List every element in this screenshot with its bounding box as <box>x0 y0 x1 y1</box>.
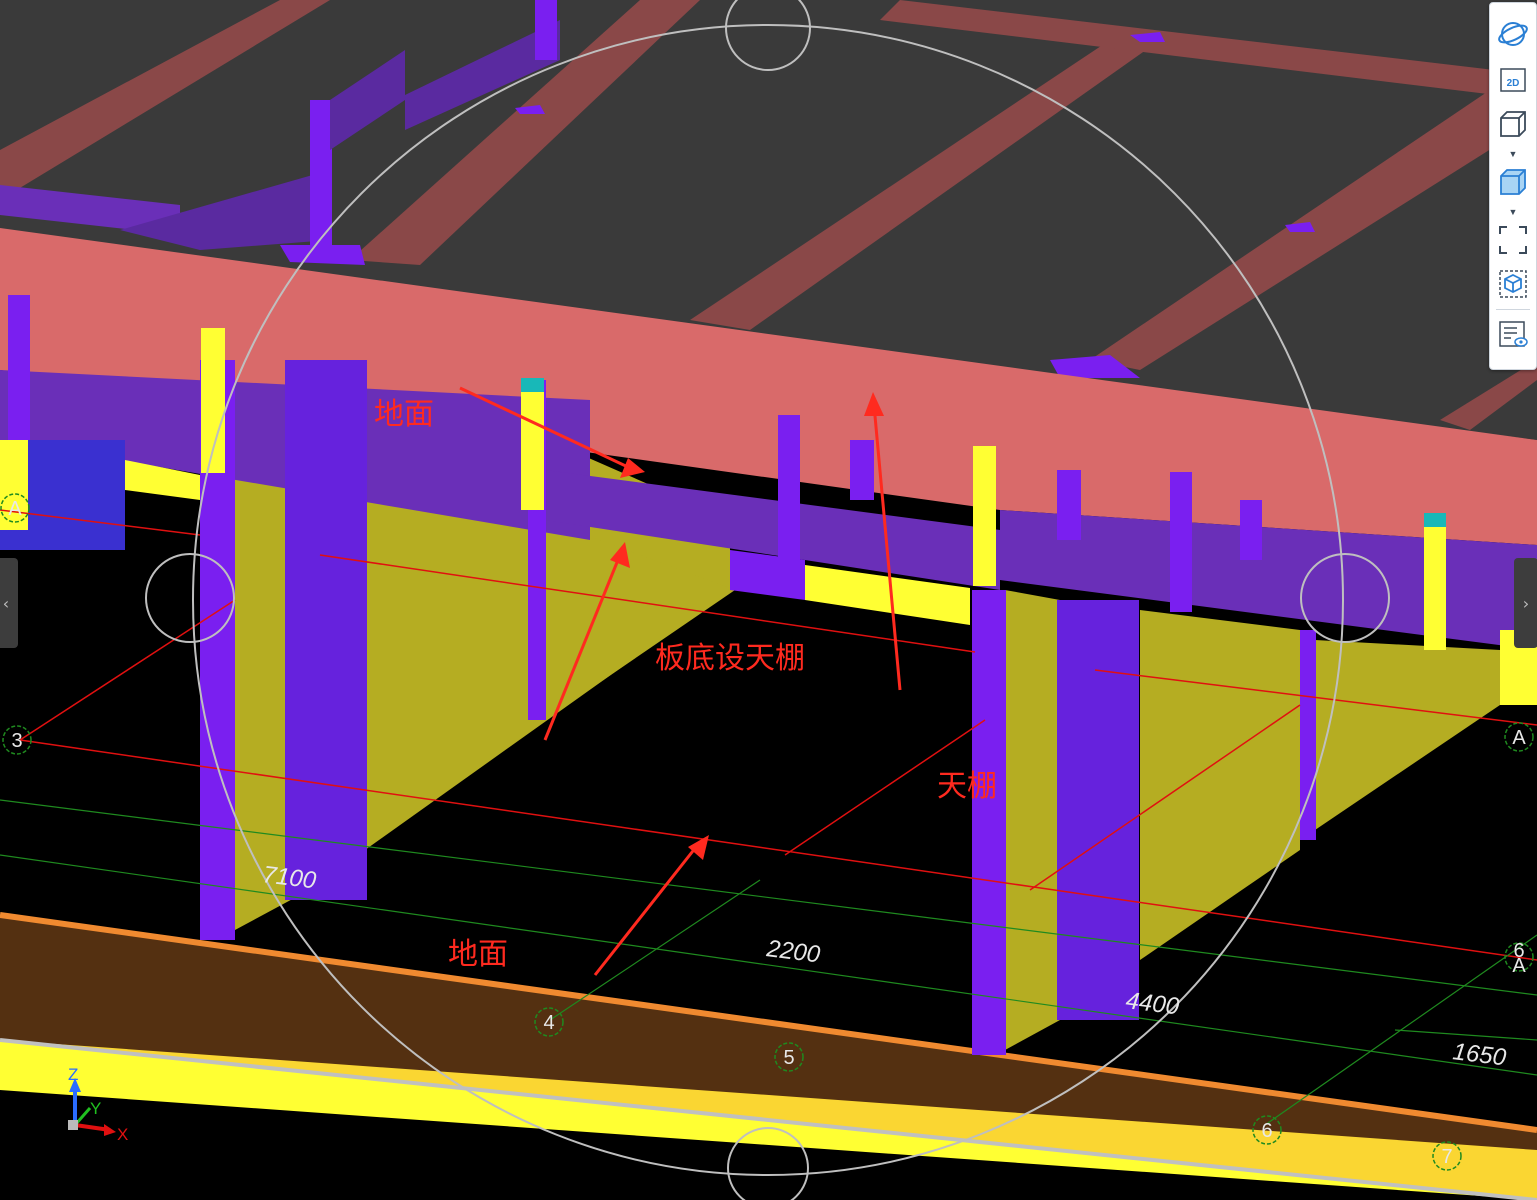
properties-view-icon <box>1499 321 1528 347</box>
annotation-ceiling: 天棚 <box>937 769 997 804</box>
2d-view-button[interactable]: 2D <box>1494 61 1532 99</box>
dimension-label: 2200 <box>764 935 822 969</box>
orbit-button[interactable] <box>1494 15 1532 53</box>
box-view-button[interactable] <box>1494 105 1532 143</box>
component-view-button[interactable] <box>1494 265 1532 303</box>
chevron-left-icon: ‹ <box>2 593 10 613</box>
axis-y-label: Y <box>90 1099 101 1118</box>
chevron-right-icon: › <box>1522 593 1530 613</box>
box-view-icon <box>1500 111 1526 137</box>
svg-text:3: 3 <box>11 730 22 752</box>
axis-x-label: X <box>117 1125 128 1144</box>
svg-text:A: A <box>1512 955 1526 977</box>
svg-text:A: A <box>1512 727 1526 749</box>
svg-text:7: 7 <box>1441 1146 1452 1168</box>
component-view-icon <box>1499 270 1527 298</box>
2d-view-icon: 2D <box>1500 68 1526 92</box>
box-view-dropdown[interactable]: ▼ <box>1490 149 1536 159</box>
svg-text:2D: 2D <box>1507 78 1520 89</box>
post-cap <box>1424 513 1446 527</box>
3d-model-viewport[interactable]: 7100 2200 4400 1650 A 3 A 6A 4 5 6 7 地面 … <box>0 0 1537 1200</box>
svg-text:A: A <box>8 498 22 520</box>
grid-marker: A <box>1504 722 1534 752</box>
svg-text:5: 5 <box>783 1047 794 1069</box>
shaded-box-view-icon <box>1500 169 1526 195</box>
left-panel-toggle[interactable]: ‹ <box>0 558 18 648</box>
annotation-slab-ceiling: 板底设天棚 <box>655 641 805 676</box>
view-toolbar: 2D ▼ ▼ <box>1489 2 1537 370</box>
toolbar-divider <box>1496 309 1530 310</box>
grid-marker: 3 <box>2 725 32 755</box>
svg-text:6: 6 <box>1261 1120 1272 1142</box>
fit-view-button[interactable] <box>1494 221 1532 259</box>
shaded-view-button[interactable] <box>1494 163 1532 201</box>
annotation-floor-bottom: 地面 <box>448 937 508 972</box>
orbit-icon <box>1498 22 1528 46</box>
fit-view-icon <box>1499 226 1527 254</box>
dimension-label: 1650 <box>1451 1038 1508 1071</box>
shaded-view-dropdown[interactable]: ▼ <box>1490 207 1536 217</box>
properties-view-button[interactable] <box>1494 315 1532 353</box>
post-cap <box>521 378 544 392</box>
svg-text:4: 4 <box>543 1012 554 1034</box>
annotation-floor-top: 地面 <box>374 397 434 432</box>
axis-z-label: Z <box>68 1065 78 1084</box>
right-panel-toggle[interactable]: › <box>1514 558 1537 648</box>
